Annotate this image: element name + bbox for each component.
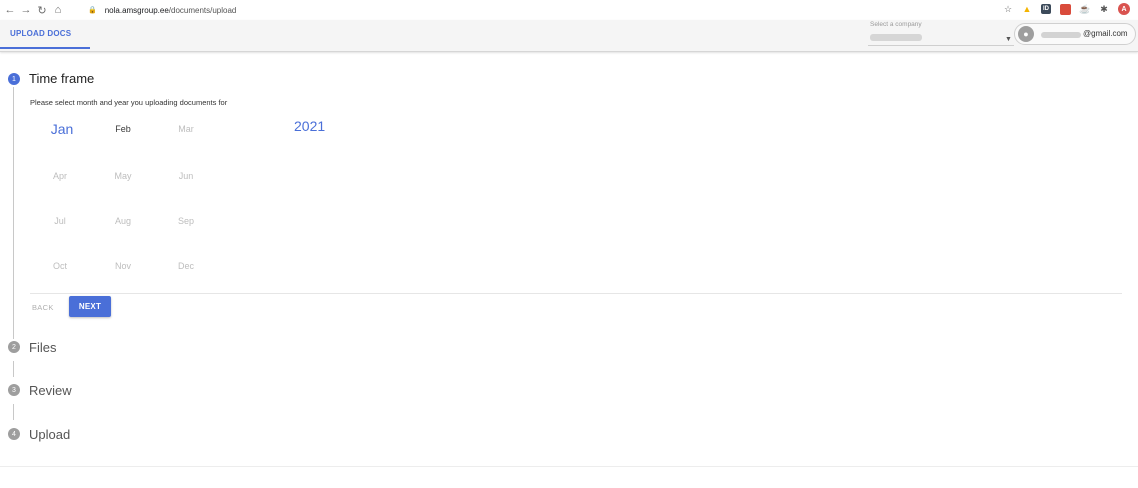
step-instruction: Please select month and year you uploadi… — [30, 98, 228, 107]
reload-icon[interactable]: ↻ — [34, 4, 50, 17]
step-2-connector — [13, 361, 14, 377]
step-2-number-icon: 2 — [8, 341, 20, 353]
month-sep: Sep — [177, 216, 194, 226]
page-bottom-divider — [0, 466, 1138, 467]
step-3-number-icon: 3 — [8, 384, 20, 396]
step-1-connector — [13, 87, 14, 339]
month-apr: Apr — [52, 171, 67, 181]
back-button[interactable]: BACK — [32, 298, 66, 316]
next-button[interactable]: NEXT — [69, 296, 111, 317]
app-header: UPLOAD DOCS Select a company ▼ ● @gmail.… — [0, 20, 1138, 52]
url-path: /documents/upload — [168, 5, 237, 15]
month-jan[interactable]: Jan — [42, 121, 82, 137]
account-avatar-icon: ● — [1018, 26, 1034, 42]
profile-icon[interactable]: A — [1118, 3, 1130, 15]
step-3-title[interactable]: Review — [29, 383, 72, 398]
tab-upload-docs[interactable]: UPLOAD DOCS — [0, 20, 90, 49]
month-may: May — [114, 171, 132, 181]
step-1-title[interactable]: Time frame — [29, 71, 94, 86]
company-select-value — [870, 34, 922, 41]
lock-icon[interactable]: 🔒 — [88, 6, 97, 14]
step-divider — [30, 293, 1122, 294]
drive-icon[interactable]: ▲ — [1022, 4, 1032, 14]
puzzle-icon[interactable]: ✱ — [1099, 4, 1109, 14]
month-feb[interactable]: Feb — [103, 124, 143, 134]
company-select-label: Select a company — [870, 21, 922, 28]
year-selector[interactable]: 2021 — [294, 118, 325, 134]
month-dec: Dec — [177, 261, 194, 271]
home-icon[interactable]: ⌂ — [50, 4, 66, 16]
browser-toolbar: ← → ↻ ⌂ 🔒 nola.amsgroup.ee/documents/upl… — [0, 0, 1138, 20]
url-host: nola.amsgroup.ee — [104, 5, 169, 15]
chevron-down-icon[interactable]: ▼ — [1005, 36, 1012, 43]
month-mar: Mar — [178, 124, 194, 134]
step-4-title[interactable]: Upload — [29, 427, 70, 442]
forward-arrow-icon[interactable]: → — [18, 4, 34, 16]
user-account-chip[interactable]: ● @gmail.com — [1014, 23, 1136, 45]
user-email-redacted — [1041, 32, 1081, 38]
address-bar[interactable]: nola.amsgroup.ee/documents/upload — [105, 6, 237, 15]
star-icon[interactable]: ☆ — [1003, 4, 1013, 14]
extensions-area: ☆ ▲ ID ☕ ✱ A — [1003, 3, 1130, 15]
month-aug: Aug — [114, 216, 131, 226]
step-3-connector — [13, 404, 14, 420]
month-oct: Oct — [52, 261, 67, 271]
user-email-domain: @gmail.com — [1083, 29, 1128, 38]
company-select-underline — [868, 45, 1014, 46]
grid-extension-icon[interactable] — [1060, 3, 1071, 15]
step-1-number-icon: 1 — [8, 73, 20, 85]
back-arrow-icon[interactable]: ← — [2, 4, 18, 16]
step-2-title[interactable]: Files — [29, 340, 56, 355]
month-nov: Nov — [114, 261, 131, 271]
company-select[interactable]: Select a company ▼ — [868, 20, 1016, 50]
month-jul: Jul — [54, 216, 66, 226]
month-jun: Jun — [178, 171, 194, 181]
id-icon[interactable]: ID — [1041, 4, 1051, 14]
step-4-number-icon: 4 — [8, 428, 20, 440]
cup-icon[interactable]: ☕ — [1079, 4, 1090, 14]
